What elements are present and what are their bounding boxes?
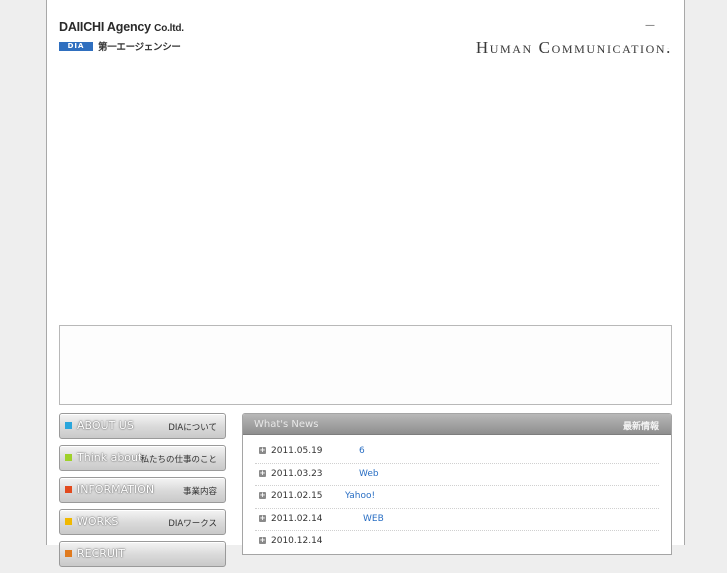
nav-label-jp: DIAについて	[168, 423, 217, 433]
news-list: + 2011.05.19 6 + 2011.03.23 Web + 2011.0…	[243, 435, 671, 554]
news-date: 2011.02.14	[271, 513, 323, 524]
news-link[interactable]: 6	[359, 446, 365, 456]
nav-label-en: INFORMATION	[77, 483, 155, 496]
nav-square-icon	[65, 422, 72, 429]
plus-icon: +	[259, 536, 266, 544]
nav-label-jp: DIAワークス	[168, 519, 217, 529]
news-title: What's News	[254, 419, 319, 430]
banner-area	[59, 325, 672, 405]
logo-title: DAIICHI Agency Co.ltd.	[59, 20, 184, 36]
header-dash: —	[645, 20, 655, 31]
nav-works-button[interactable]: WORKS DIAワークス	[59, 509, 226, 535]
nav-about-us-button[interactable]: ABOUT US DIAについて	[59, 413, 226, 439]
page-container: DAIICHI Agency Co.ltd. DIA 第一エージェンシー — H…	[46, 0, 685, 567]
tagline-reflection: Human Communication.	[475, 46, 672, 53]
nav-label-en: ABOUT US	[77, 419, 134, 432]
nav-think-about-button[interactable]: Think about 私たちの仕事のこと	[59, 445, 226, 471]
logo-sub: DIA 第一エージェンシー	[59, 39, 184, 53]
company-logo[interactable]: DAIICHI Agency Co.ltd. DIA 第一エージェンシー	[59, 20, 184, 53]
news-item: + 2011.02.14 WEB	[243, 509, 671, 531]
news-title-jp: 最新情報	[622, 422, 659, 432]
news-link[interactable]: Yahoo!	[345, 491, 375, 501]
plus-icon: +	[259, 513, 266, 522]
news-header: What's News 最新情報	[243, 414, 671, 435]
nav-label-jp: 私たちの仕事のこと	[140, 455, 217, 465]
news-date: 2011.05.19	[271, 446, 323, 456]
logo-badge: DIA	[59, 41, 93, 51]
nav-square-icon	[65, 454, 72, 461]
news-item: + 2011.03.23 Web	[243, 464, 671, 486]
side-nav: ABOUT US DIAについて Think about 私たちの仕事のこと I…	[59, 413, 226, 573]
plus-icon: +	[259, 446, 266, 454]
news-link[interactable]: WEB	[363, 514, 384, 524]
nav-square-icon	[65, 486, 72, 493]
news-date: 2011.02.15	[271, 491, 323, 501]
news-panel: What's News 最新情報 + 2011.05.19 6 + 2011.0…	[242, 413, 672, 555]
news-item: + 2010.12.14	[243, 531, 671, 554]
news-item: + 2011.05.19 6	[243, 441, 671, 464]
nav-label-en: Think about	[77, 451, 143, 464]
logo-title-suffix: Co.ltd.	[154, 23, 184, 34]
news-item: + 2011.02.15 Yahoo!	[243, 486, 671, 509]
logo-japanese-name: 第一エージェンシー	[98, 42, 181, 53]
nav-label-jp: 事業内容	[182, 487, 217, 497]
nav-square-icon	[65, 518, 72, 525]
nav-label-en: WORKS	[77, 515, 119, 528]
news-link[interactable]: Web	[359, 469, 379, 479]
nav-label-en: RECRUIT	[77, 547, 125, 560]
nav-square-icon	[65, 550, 72, 557]
logo-title-text: DAIICHI Agency	[59, 20, 151, 34]
nav-information-button[interactable]: INFORMATION 事業内容	[59, 477, 226, 503]
plus-icon: +	[259, 491, 266, 499]
news-date: 2011.03.23	[271, 468, 323, 479]
plus-icon: +	[259, 468, 266, 477]
